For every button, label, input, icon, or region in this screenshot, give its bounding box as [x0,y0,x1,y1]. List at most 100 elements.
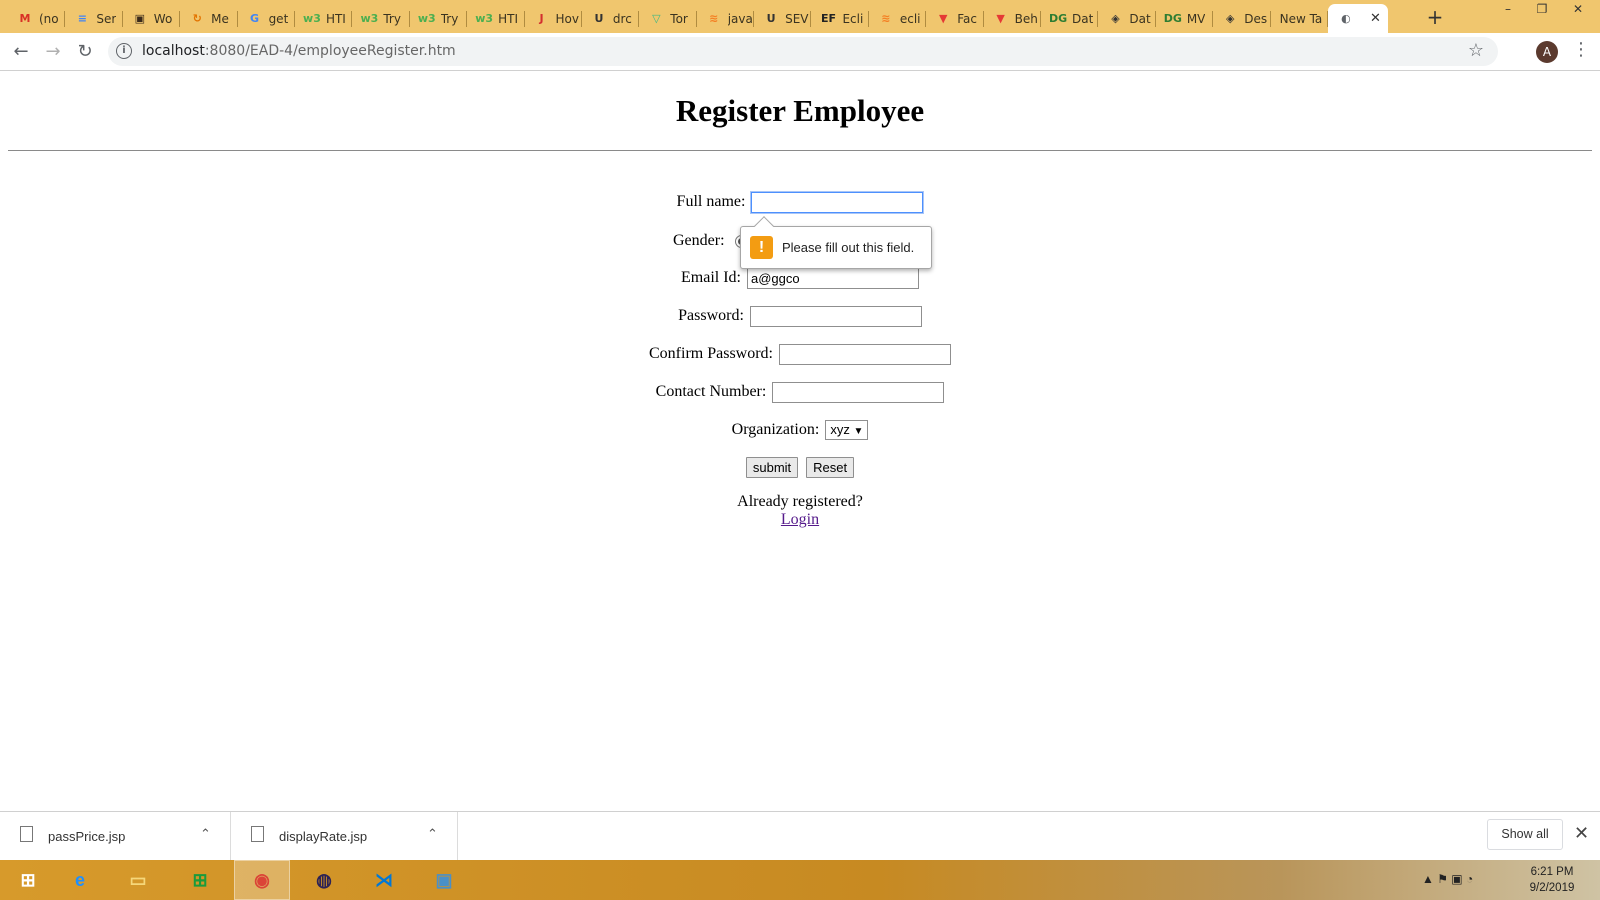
browser-tab[interactable]: ▽ Tor [639,4,697,33]
system-clock[interactable]: 6:21 PM 9/2/2019 [1512,864,1592,896]
login-prompt: Already registered? Login [0,493,1600,529]
browser-tab[interactable]: M (no [8,4,66,33]
browser-tab[interactable]: ≋ java [697,4,755,33]
chevron-up-icon[interactable]: ⌃ [200,826,211,842]
full-name-input[interactable] [751,191,924,213]
windows-taskbar: ⊞ e ▭ ⊞ ◉ ◍ ⋊ ▣ ▲ ⚑ ▣ ◔ 6:21 PM 9/2/2019 [0,860,1600,900]
google-icon: G [250,12,260,25]
tab-title: ecli [899,11,921,26]
browser-tab[interactable]: Udrc [582,4,640,33]
browser-tab[interactable]: DG Dat [1041,4,1099,33]
warning-icon: ! [750,236,773,259]
stackoverflow-icon: ≋ [881,12,891,25]
login-link[interactable]: Login [781,511,819,528]
page-title: Register Employee [675,93,925,128]
bookmark-star-icon[interactable]: ☆ [1468,40,1484,61]
download-item[interactable]: passPrice.jsp ⌃ [0,812,231,860]
w3schools-icon: w3 [417,12,436,25]
taskbar-app-button[interactable]: ◍ [296,860,352,900]
taskbar-app-button[interactable]: ⋊ [356,860,412,900]
reload-icon: ↻ [77,41,93,62]
taskbar-app-button[interactable]: e [52,860,108,900]
triangle-logo-icon: ▼ [996,12,1005,25]
chevron-up-icon[interactable]: ⌃ [427,826,438,842]
horseshoe-icon: U [594,12,604,25]
show-all-button[interactable]: Show all [1487,819,1563,850]
tab-title: SEV [785,11,809,26]
email-row: Email Id: a@ggco [0,267,1600,289]
remote-desktop-icon: ▣ [435,869,453,890]
taskbar-app-button[interactable]: ⊞ [0,860,56,900]
back-button[interactable]: ← [8,39,34,65]
browser-tab[interactable]: w3 HTI [295,4,353,33]
email-input[interactable]: a@ggco [746,267,919,289]
address-bar[interactable]: i localhost:8080/EAD-4/employeeRegister.… [108,37,1498,66]
browser-tab[interactable]: ≡ Ser [65,4,123,33]
vscode-icon: ⋊ [375,869,393,890]
restore-button[interactable]: ❐ [1526,2,1558,22]
full-name-row: Full name: [0,191,1600,213]
browser-tab[interactable]: w3 HTI [467,4,525,33]
triangle-logo-icon: ▼ [939,12,948,25]
browser-menu-icon[interactable]: ⋮ [1572,39,1590,60]
browser-tab[interactable]: DG MV [1156,4,1214,33]
confirm-password-row: Confirm Password: [0,343,1600,365]
clock-time: 6:21 PM [1530,866,1574,878]
browser-tab[interactable]: Gget [238,4,295,33]
gender-label: Gender: [673,232,725,250]
browser-tab[interactable]: ▼ Fac [926,4,984,33]
docs-icon: ≡ [77,12,87,25]
organization-select[interactable]: xyz ▼ [825,420,869,441]
password-label: Password: [678,307,744,325]
browser-tab[interactable]: ↻ Me [180,4,238,33]
url-path: :8080/EAD-4/employeeRegister.htm [204,43,456,59]
taskbar-app-button[interactable]: ▭ [110,860,166,900]
book-icon: ▣ [134,12,145,25]
window-close-button[interactable]: ✕ [1562,2,1594,22]
reload-button[interactable]: ↻ [72,39,98,65]
button-row: submit Reset [0,456,1600,478]
taskbar-app-button[interactable]: ⊞ [172,860,228,900]
download-filename: passPrice.jsp [48,829,126,844]
horseshoe-icon: U [766,12,776,25]
tab-title: HTI [325,11,346,26]
browser-tab[interactable]: w3 Try [352,4,410,33]
tab-title: Ser [96,11,117,26]
browser-tab[interactable]: ▼ Beh [984,4,1042,33]
browser-tab[interactable]: ▣ Wo [123,4,181,33]
browser-tab[interactable]: EF Ecli [811,4,869,33]
reset-button[interactable]: Reset [806,456,855,478]
forward-button[interactable]: → [40,39,66,65]
close-icon[interactable]: ✕ [1574,823,1589,844]
taskbar-app-button[interactable]: ▣ [416,860,472,900]
browser-tab[interactable]: New Ta [1271,4,1328,33]
browser-tab[interactable]: w3 Try [410,4,468,33]
browser-tab[interactable]: ≋ ecli [869,4,927,33]
confirm-password-input[interactable] [779,343,951,365]
browser-tab[interactable]: U SEV [754,4,812,33]
taskbar-app-button[interactable]: ◉ [234,860,290,900]
validation-message: Please fill out this field. [782,240,915,255]
new-tab-button[interactable]: + [1422,5,1448,31]
tab-title: Fac [957,11,978,26]
confirm-password-label: Confirm Password: [649,345,773,363]
site-info-icon[interactable]: i [116,43,132,59]
browser-tab[interactable]: J Hov [525,4,582,33]
browser-tab[interactable]: ◈ Dat [1098,4,1156,33]
contact-input[interactable] [772,381,945,403]
tab-list: M (no ≡ Ser ▣ Wo ↻ Me Gget w3 HTI w3 Try w3 Try w3 HTI J H… [8,4,1388,33]
java-icon: J [539,12,544,25]
url-text[interactable]: localhost:8080/EAD-4/employeeRegister.ht… [142,43,456,59]
browser-tab[interactable]: ◈ Des [1213,4,1271,33]
forward-arrow-icon: → [45,41,61,62]
tab-close-icon[interactable]: ✕ [1370,11,1381,26]
download-item[interactable]: displayRate.jsp ⌃ [231,812,458,860]
submit-button[interactable]: submit [745,456,799,478]
browser-tab-active[interactable]: ◐ ✕ [1327,4,1388,33]
tab-title: Wo [153,11,173,26]
minimize-button[interactable]: – [1492,2,1524,22]
profile-avatar[interactable]: A [1536,41,1558,63]
diamond-icon: ◈ [1111,12,1120,25]
system-tray-icons[interactable]: ▲ ⚑ ▣ ◔ [1422,872,1473,886]
password-input[interactable] [749,305,922,327]
